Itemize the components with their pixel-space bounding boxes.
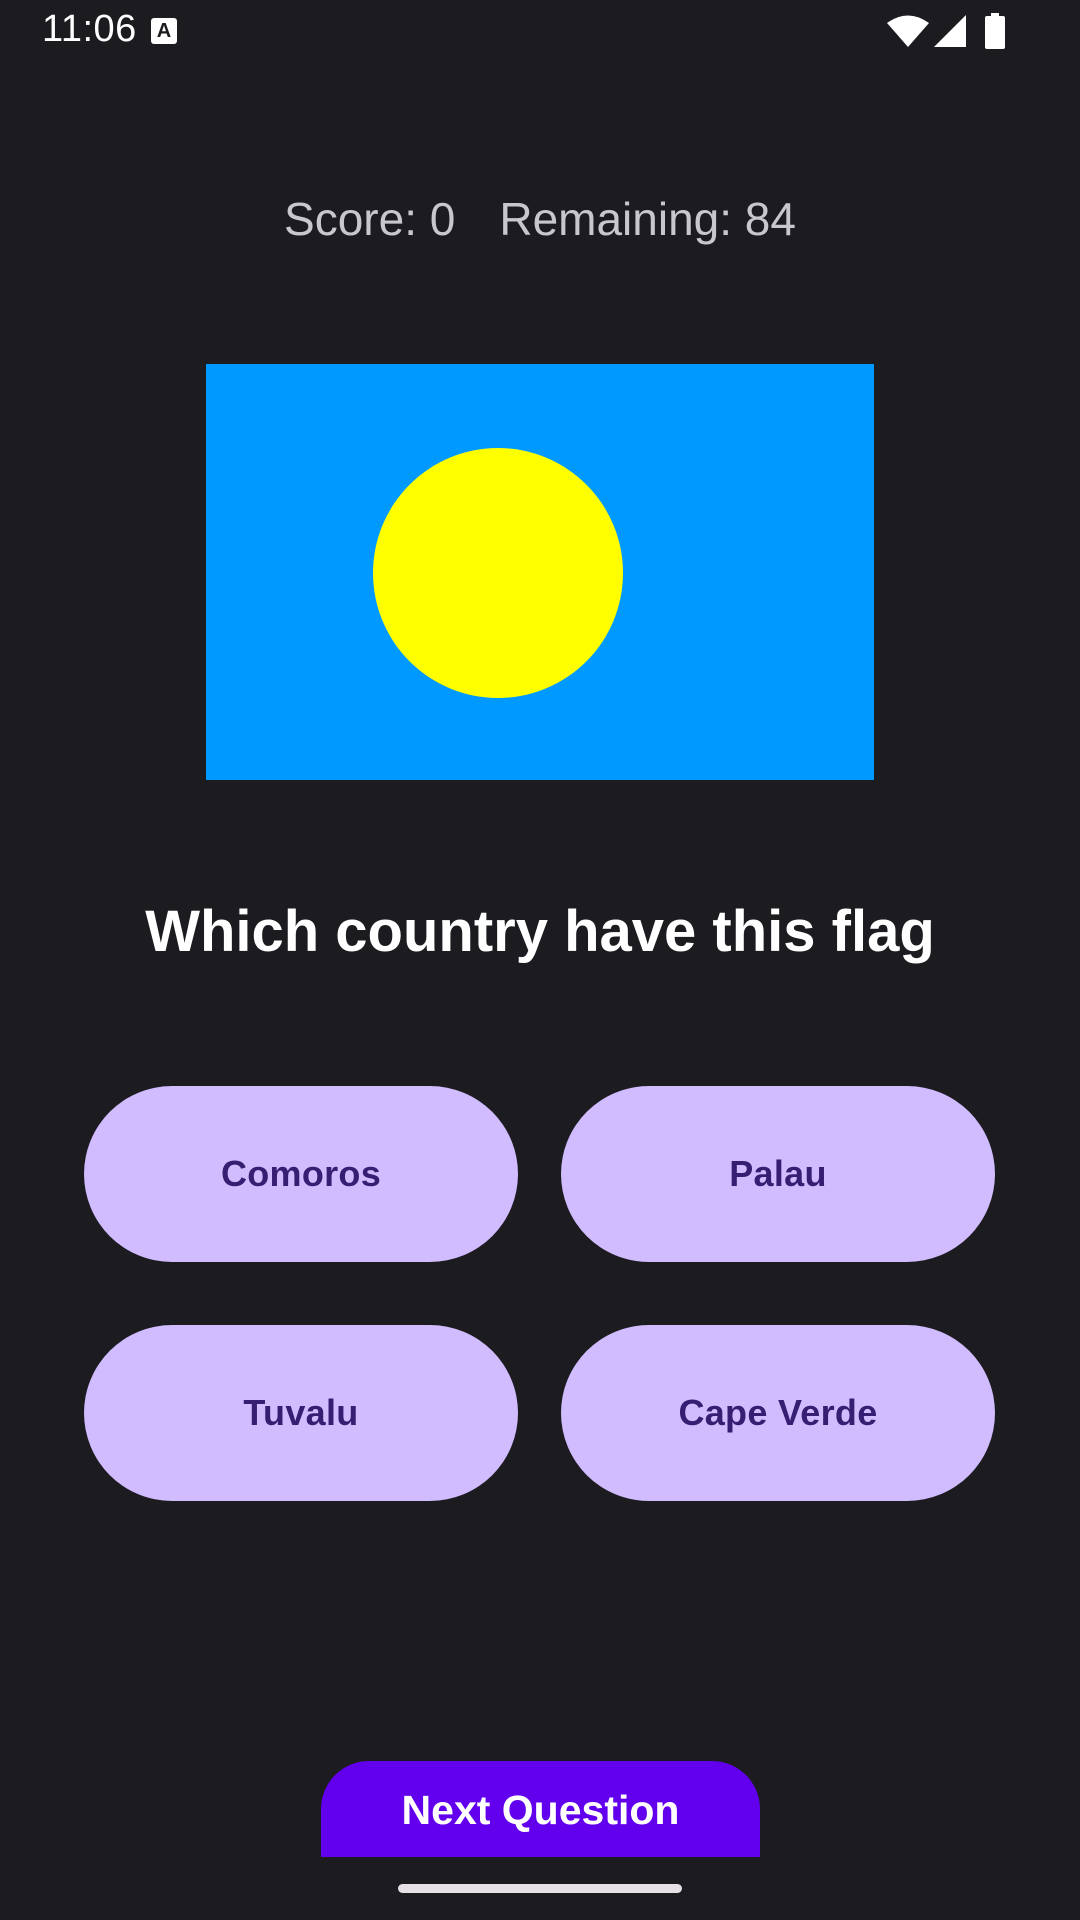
flag-image: [206, 364, 874, 780]
status-time: 11:06: [42, 8, 137, 50]
answer-button-1[interactable]: Comoros: [84, 1086, 518, 1262]
question-text: Which country have this flag: [145, 899, 935, 964]
next-question-label: Next Question: [401, 1787, 680, 1833]
score-row: Score: 0 Remaining: 84: [0, 192, 1080, 246]
home-indicator[interactable]: [398, 1884, 682, 1893]
wifi-icon: [887, 15, 929, 47]
score-label: Score: 0: [284, 193, 456, 245]
battery-icon: [985, 13, 1005, 49]
remaining-label: Remaining: 84: [499, 193, 796, 245]
next-question-button[interactable]: Next Question: [321, 1761, 760, 1857]
status-bar: 11:06 A: [0, 0, 1080, 64]
answer-button-3[interactable]: Tuvalu: [84, 1325, 518, 1501]
answer-button-4[interactable]: Cape Verde: [561, 1325, 995, 1501]
keyboard-notification-icon: A: [151, 18, 177, 44]
answer-button-2[interactable]: Palau: [561, 1086, 995, 1262]
flag-sun-circle: [373, 448, 623, 698]
cell-signal-icon: [934, 15, 966, 47]
